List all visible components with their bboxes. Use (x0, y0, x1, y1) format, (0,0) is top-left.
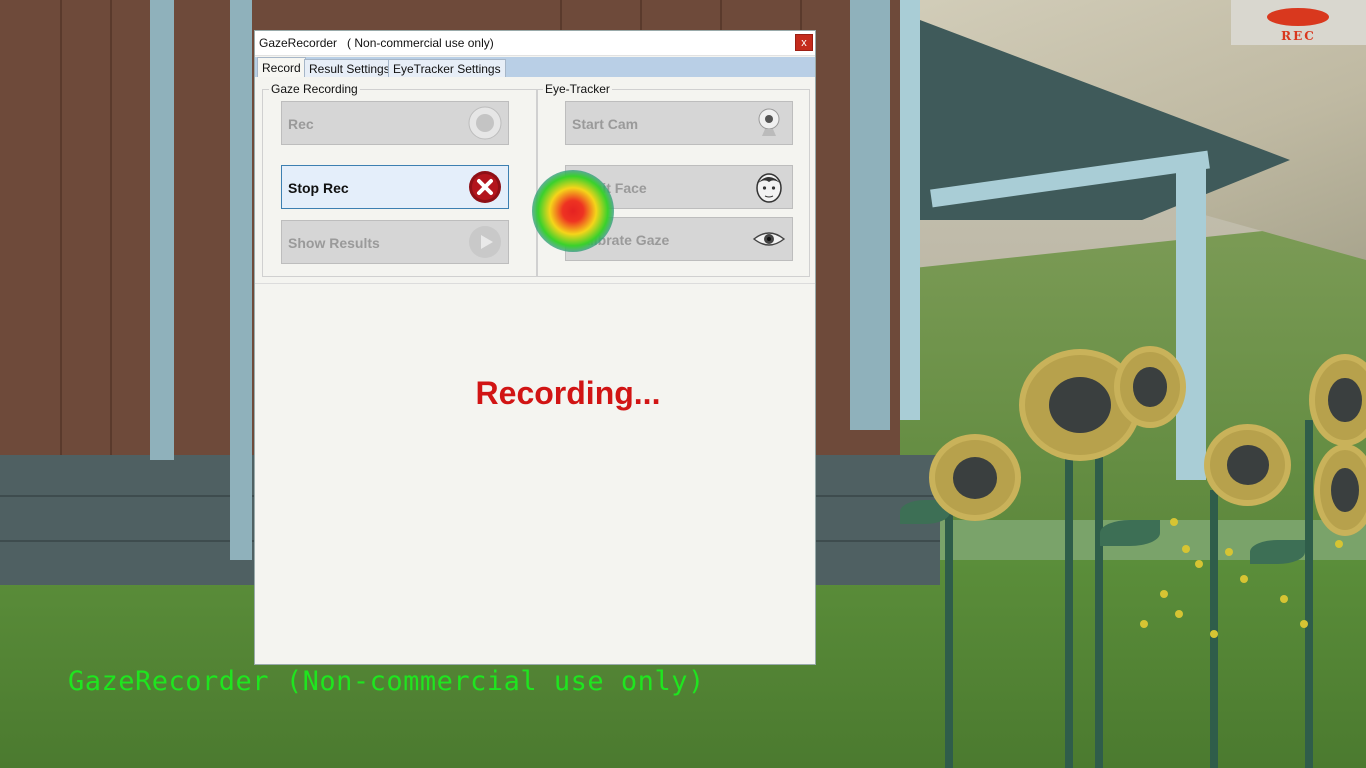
start-cam-button-label: Start Cam (572, 116, 639, 132)
tab-record[interactable]: Record (257, 57, 306, 77)
sunflower-stem (1305, 420, 1313, 768)
sunflower (1025, 355, 1135, 455)
gaze-recording-group: Gaze Recording Rec Stop Rec Show Results (262, 82, 538, 277)
eye-tracker-group-label: Eye-Tracker (543, 82, 612, 96)
sunflower-leaf (900, 500, 950, 524)
sunflower-leaf (1100, 520, 1160, 546)
gaze-recording-group-label: Gaze Recording (269, 82, 360, 96)
start-cam-button: Start Cam (565, 101, 793, 145)
eye-icon (752, 232, 786, 246)
show-results-button: Show Results (281, 220, 509, 264)
sunflower (1210, 430, 1285, 500)
sunflower-stem (1065, 430, 1073, 768)
rec-indicator-label: REC (1281, 29, 1316, 43)
stop-icon (469, 171, 501, 203)
tab-result-settings[interactable]: Result Settings (304, 59, 395, 77)
sunflower-leaf (1250, 540, 1305, 564)
rec-button-label: Rec (288, 116, 314, 132)
recording-status: Recording... (475, 375, 661, 411)
barn-beam (230, 0, 252, 560)
record-dot-icon (1267, 8, 1329, 26)
face-icon (756, 173, 782, 203)
overlay-watermark-text: GazeRecorder (Non-commercial use only) (68, 666, 705, 697)
rec-indicator: REC (1231, 0, 1366, 45)
tab-eyetracker-settings[interactable]: EyeTracker Settings (388, 59, 506, 77)
separator (255, 283, 815, 284)
sunflower (1320, 450, 1366, 530)
stop-rec-button[interactable]: Stop Rec (281, 165, 509, 209)
porch-post (900, 0, 920, 420)
close-button[interactable]: x (795, 34, 813, 51)
gaze-point-heatmap (532, 170, 614, 252)
sunflower (935, 440, 1015, 515)
show-results-button-label: Show Results (288, 235, 380, 251)
porch-post (1176, 160, 1206, 480)
tab-strip: Record Result Settings EyeTracker Settin… (255, 57, 815, 77)
sunflower-stem (1095, 450, 1103, 768)
sunflower (1120, 352, 1180, 422)
stop-rec-button-label: Stop Rec (288, 180, 349, 196)
sunflower-stem (1210, 490, 1218, 768)
title-bar: GazeRecorder ( Non-commercial use only) … (255, 31, 815, 56)
window-title: GazeRecorder ( Non-commercial use only) (259, 36, 494, 50)
barn-beam (850, 0, 890, 430)
sunflower-stem (945, 490, 953, 768)
play-icon (469, 226, 501, 258)
sunflower (1315, 360, 1366, 440)
gazerecorder-window: GazeRecorder ( Non-commercial use only) … (254, 30, 816, 665)
barn-beam (150, 0, 174, 460)
rec-button: Rec (281, 101, 509, 145)
record-icon (468, 106, 502, 140)
webcam-icon (758, 108, 780, 136)
